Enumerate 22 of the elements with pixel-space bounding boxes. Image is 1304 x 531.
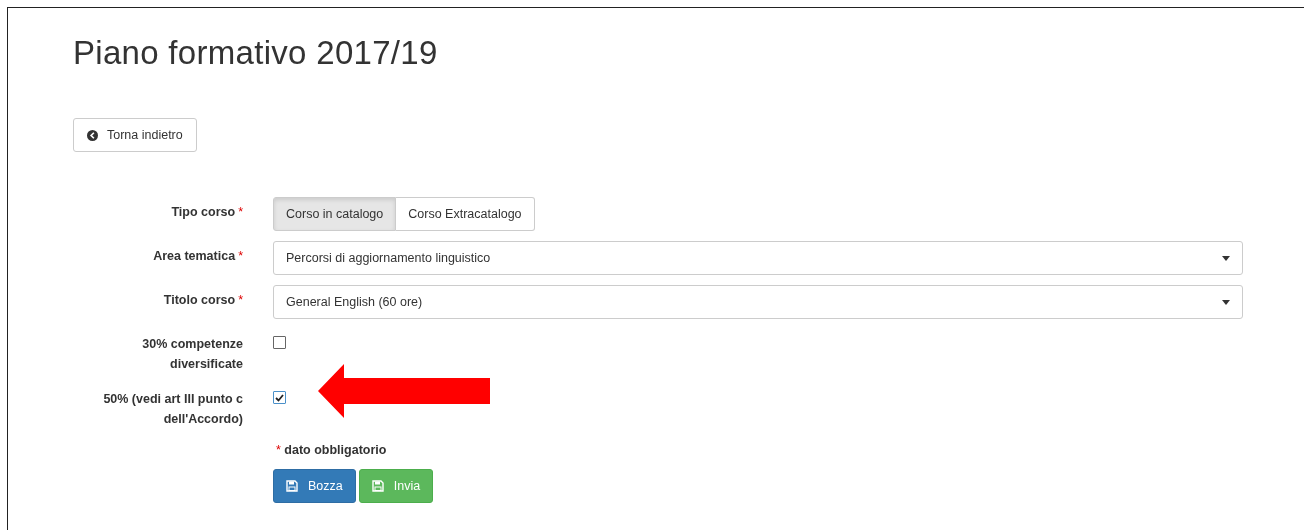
- required-asterisk: *: [238, 205, 243, 219]
- checkbox[interactable]: [273, 336, 286, 349]
- caret-icon: [1222, 299, 1230, 305]
- dropdown-field[interactable]: General English (60 ore): [273, 285, 1243, 319]
- required-asterisk: *: [276, 443, 281, 457]
- toggle-option[interactable]: Corso in catalogo: [273, 197, 397, 231]
- field-label: Area tematica: [153, 249, 236, 263]
- page-title: Piano formativo 2017/19: [73, 34, 439, 72]
- dropdown-field[interactable]: Percorsi di aggiornamento linguistico: [273, 241, 1243, 275]
- required-asterisk: *: [238, 249, 243, 263]
- caret-icon: [1222, 255, 1230, 261]
- field-label: Titolo corso: [163, 293, 236, 307]
- field-label: 30% competenze diversificate: [142, 337, 243, 371]
- field-label: 50% (vedi art III punto c dell'Accordo): [103, 392, 243, 426]
- back-arrow-icon: [87, 129, 98, 141]
- draft-button[interactable]: Bozza: [273, 469, 356, 503]
- required-note: dato obbligatorio: [284, 443, 387, 457]
- toggle-option[interactable]: Corso Extracatalogo: [396, 197, 535, 231]
- checkbox[interactable]: [273, 391, 286, 404]
- field-label: Tipo corso: [171, 205, 236, 219]
- back-button[interactable]: Torna indietro: [73, 118, 197, 152]
- required-asterisk: *: [238, 293, 243, 307]
